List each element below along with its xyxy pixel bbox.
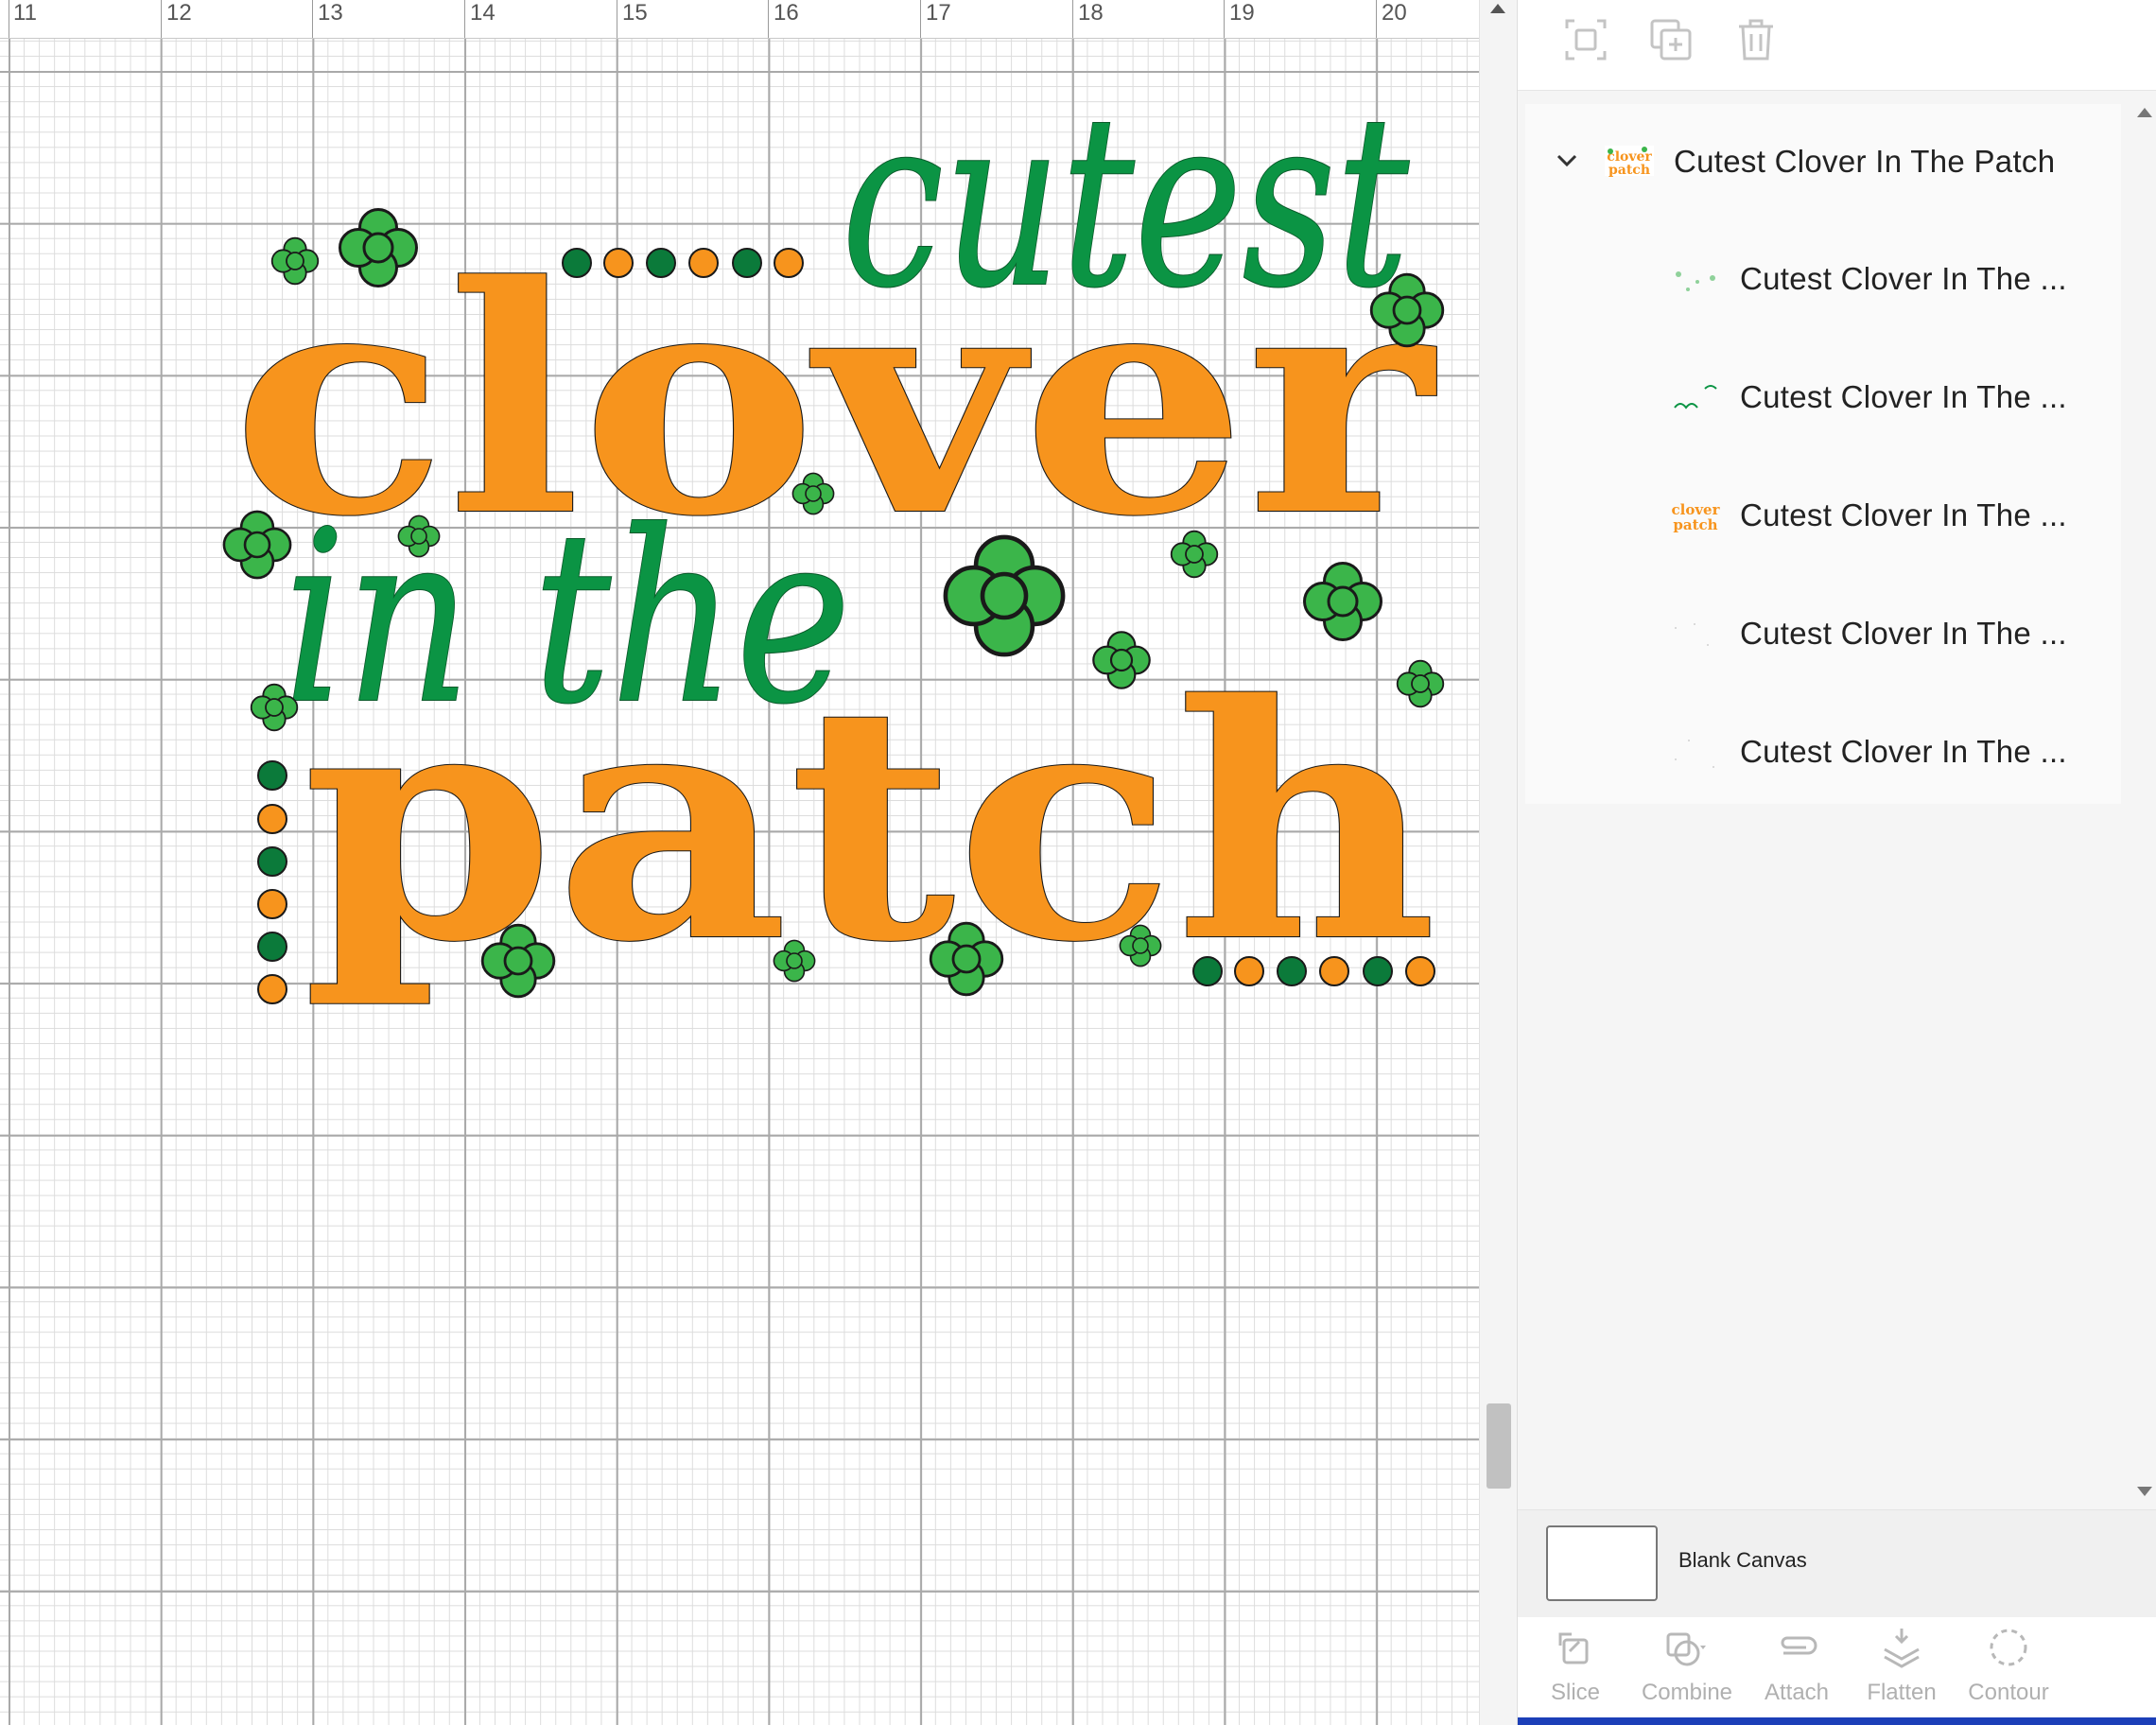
layer-name: Cutest Clover In The ...: [1740, 734, 2067, 769]
blank-canvas-label: Blank Canvas: [1678, 1548, 1807, 1572]
layer-name: Cutest Clover In The ...: [1740, 261, 2067, 296]
layer-actions-bar: Slice Combine Attach Flatten Contour: [1518, 1617, 2156, 1717]
contour-icon: [1990, 1629, 2027, 1666]
layer-thumbnail: clover patch: [1669, 497, 1722, 535]
design-word-cutest: cutest: [842, 64, 1409, 340]
layers-scrollbar[interactable]: [2128, 95, 2156, 1513]
layers-list: clover patch Cutest Clover In The Patch …: [1525, 104, 2121, 804]
canvas-vertical-scrollbar[interactable]: [1479, 0, 1517, 1725]
flatten-label: Flatten: [1867, 1680, 1937, 1705]
slice-button[interactable]: Slice: [1523, 1625, 1627, 1712]
contour-label: Contour: [1968, 1680, 2049, 1705]
layers-toolbar: [1518, 0, 2156, 91]
thumb-word-patch: patch: [1608, 163, 1650, 178]
layer-thumbnail: clover patch: [1603, 142, 1656, 180]
layer-name: Cutest Clover In The ...: [1740, 616, 2067, 651]
attach-icon: [1781, 1636, 1817, 1655]
layer-name: Cutest Clover In The ...: [1740, 379, 2067, 414]
layer-thumbnail: [1669, 734, 1722, 772]
blank-canvas-row[interactable]: Blank Canvas: [1518, 1509, 2156, 1617]
layer-row[interactable]: Cutest Clover In The ...: [1525, 694, 2121, 808]
scrollbar-thumb[interactable]: [1487, 1403, 1511, 1489]
scroll-down-arrow-icon[interactable]: [2137, 1487, 2152, 1496]
layers-panel: clover patch Cutest Clover In The Patch …: [1517, 0, 2156, 1725]
layer-thumbnail: [1669, 616, 1722, 653]
combine-icon: [1666, 1632, 1706, 1666]
panel-bottom-accent-bar: [1518, 1717, 2156, 1725]
combine-button[interactable]: Combine: [1635, 1625, 1739, 1712]
scroll-up-arrow-icon[interactable]: [1490, 4, 1505, 13]
flatten-button[interactable]: Flatten: [1850, 1625, 1954, 1712]
slice-icon: [1558, 1632, 1589, 1664]
canvas-color-swatch[interactable]: [1546, 1525, 1658, 1601]
chevron-down-icon[interactable]: [1554, 148, 1580, 174]
layer-name: Cutest Clover In The ...: [1740, 497, 2067, 532]
scroll-up-arrow-icon[interactable]: [2137, 108, 2152, 117]
layer-row[interactable]: Cutest Clover In The ...: [1525, 221, 2121, 335]
layer-group-row[interactable]: clover patch Cutest Clover In The Patch: [1525, 104, 2121, 218]
combine-label: Combine: [1641, 1680, 1733, 1705]
cutest-clover-design[interactable]: clover patch cutest in the: [0, 0, 1479, 1078]
attach-button[interactable]: Attach: [1745, 1625, 1849, 1712]
thumb-word-patch: patch: [1673, 516, 1717, 533]
slice-label: Slice: [1550, 1680, 1601, 1705]
duplicate-icon[interactable]: [1646, 15, 1695, 64]
flatten-icon: [1884, 1629, 1920, 1668]
layer-group-name: Cutest Clover In The Patch: [1674, 144, 2056, 179]
design-words-in-the: in the: [284, 480, 851, 756]
group-icon[interactable]: [1561, 15, 1610, 64]
contour-button[interactable]: Contour: [1956, 1625, 2060, 1712]
layer-row[interactable]: clover patch Cutest Clover In The ...: [1525, 458, 2121, 571]
design-canvas[interactable]: 11 12 13 14 15 16 17 18 19 20 clover pat…: [0, 0, 1479, 1725]
layer-thumbnail: [1669, 379, 1722, 417]
layer-row[interactable]: Cutest Clover In The ...: [1525, 576, 2121, 689]
layer-row[interactable]: Cutest Clover In The ...: [1525, 340, 2121, 453]
attach-label: Attach: [1764, 1680, 1830, 1705]
delete-icon[interactable]: [1731, 15, 1781, 64]
layer-thumbnail: [1669, 261, 1722, 299]
decorative-dots-left: [257, 760, 287, 1004]
